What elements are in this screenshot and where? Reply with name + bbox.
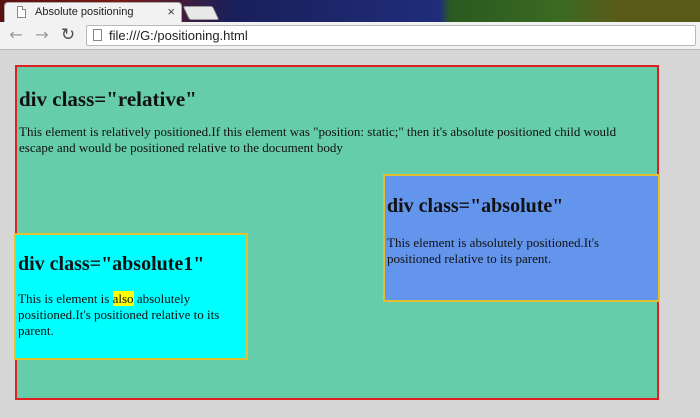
- absolute-text: This element is absolutely positioned.It…: [387, 235, 600, 266]
- absolute1-div: div class="absolute1" This is element is…: [14, 233, 248, 360]
- new-tab-button[interactable]: [182, 6, 220, 20]
- tab-active[interactable]: Absolute positioning ×: [4, 2, 182, 22]
- highlighted-word: also: [112, 291, 134, 306]
- back-arrow-icon[interactable]: ←: [6, 25, 26, 45]
- relative-heading: div class="relative": [19, 87, 197, 111]
- tab-close-icon[interactable]: ×: [167, 4, 175, 19]
- absolute-div: div class="absolute" This element is abs…: [383, 174, 660, 302]
- tab-strip: Absolute positioning ×: [0, 0, 700, 22]
- address-bar[interactable]: file:///G:/positioning.html: [86, 25, 696, 46]
- url-text[interactable]: file:///G:/positioning.html: [109, 28, 248, 43]
- page-viewport: div class="relative" This element is rel…: [0, 50, 700, 418]
- absolute1-text: This is element is also absolutely posit…: [18, 291, 233, 339]
- reload-icon[interactable]: ↻: [58, 25, 78, 45]
- browser-toolbar: ← → ↻ file:///G:/positioning.html: [0, 22, 700, 50]
- relative-text: This element is relatively positioned.If…: [19, 124, 617, 155]
- forward-arrow-icon[interactable]: →: [32, 25, 52, 45]
- tab-title: Absolute positioning: [35, 6, 134, 18]
- absolute1-text-before: This is element is: [18, 291, 113, 306]
- page-icon: [17, 6, 26, 18]
- absolute1-heading: div class="absolute1": [18, 253, 205, 275]
- absolute-heading: div class="absolute": [387, 195, 564, 217]
- file-icon: [93, 29, 102, 41]
